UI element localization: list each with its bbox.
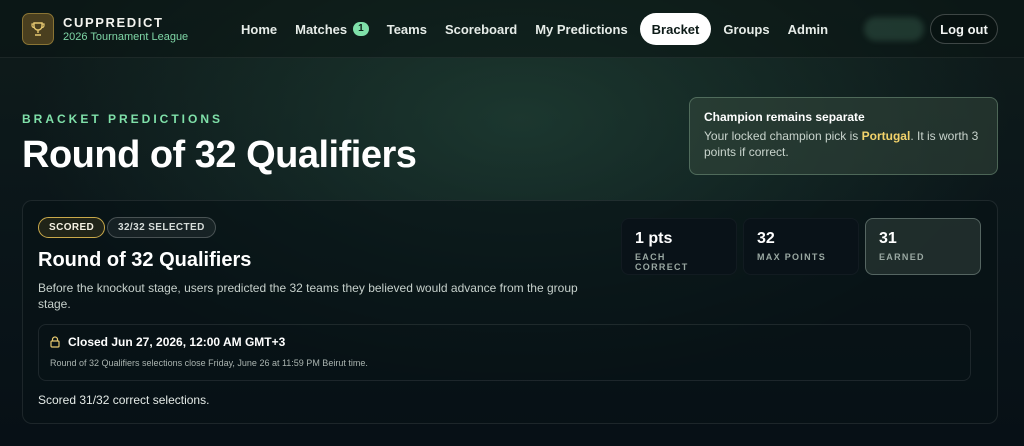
brand-name[interactable]: CUPPREDICT (63, 15, 164, 30)
deadline-title: Closed Jun 27, 2026, 12:00 AM GMT+3 (68, 335, 286, 349)
stat-label: EARNED (879, 252, 925, 262)
section-eyebrow: BRACKET PREDICTIONS (22, 112, 224, 126)
page-title: Round of 32 Qualifiers (22, 134, 417, 176)
lock-icon (50, 336, 60, 348)
nav-admin[interactable]: Admin (779, 13, 837, 45)
nav-groups[interactable]: Groups (714, 13, 778, 45)
stat-label: EACH CORRECT (635, 252, 689, 272)
stat-value: 31 (879, 230, 897, 247)
nav-scoreboard-label: Scoreboard (444, 21, 518, 37)
nav-scoreboard[interactable]: Scoreboard (436, 13, 526, 45)
deadline-panel (38, 324, 971, 381)
nav-matches[interactable]: Matches 1 (286, 13, 378, 45)
nav-admin-label: Admin (787, 21, 829, 37)
nav-teams-label: Teams (386, 21, 427, 37)
champion-team: Portugal (861, 129, 911, 143)
trophy-icon[interactable] (22, 13, 54, 45)
top-nav: CUPPREDICT 2026 Tournament League Home M… (0, 0, 1024, 58)
champion-info-card: Champion remains separate Your locked ch… (689, 97, 998, 175)
nav-home[interactable]: Home (232, 13, 286, 45)
stat-value: 32 (757, 230, 775, 247)
nav-my-predictions[interactable]: My Predictions (526, 13, 636, 45)
nav-my-predictions-label: My Predictions (535, 21, 628, 37)
nav-bracket[interactable]: Bracket (639, 13, 712, 45)
nav-links: Home Matches 1 Teams Scoreboard My Predic… (232, 13, 837, 45)
champion-text-prefix: Your locked champion pick is (704, 129, 862, 143)
champion-card-text: Your locked champion pick is Portugal. I… (704, 128, 983, 160)
stat-value: 1 pts (635, 230, 673, 247)
result-summary: Scored 31/32 correct selections. (38, 393, 210, 407)
stat-earned: 31 EARNED (865, 218, 981, 275)
status-badge: SCORED (38, 217, 106, 238)
nav-matches-label: Matches (295, 21, 348, 37)
stat-max-points: 32 MAX POINTS (743, 218, 859, 275)
stat-each-correct: 1 pts EACH CORRECT (621, 218, 737, 275)
nav-bracket-label: Bracket (651, 21, 700, 37)
champion-card-title: Champion remains separate (704, 110, 865, 124)
matches-count-badge: 1 (353, 22, 369, 36)
deadline-subtitle: Round of 32 Qualifiers selections close … (50, 358, 368, 368)
user-name-blurred[interactable] (864, 17, 924, 41)
round-title: Round of 32 Qualifiers (38, 249, 252, 271)
selection-count-badge: 32/32 SELECTED (107, 217, 216, 238)
stat-label: MAX POINTS (757, 252, 827, 262)
logout-button[interactable]: Log out (930, 14, 998, 44)
nav-home-label: Home (241, 21, 278, 37)
round-description: Before the knockout stage, users predict… (38, 281, 578, 311)
nav-teams[interactable]: Teams (378, 13, 436, 45)
brand-subtitle: 2026 Tournament League (63, 31, 189, 43)
nav-groups-label: Groups (723, 21, 770, 37)
